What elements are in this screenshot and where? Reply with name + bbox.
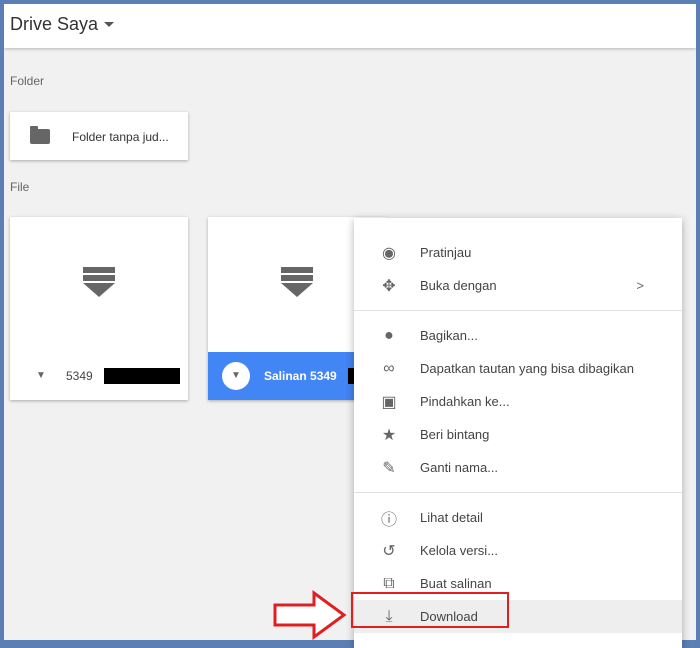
star-icon: ★ (381, 426, 397, 444)
menu-item-get-link[interactable]: ∞ Dapatkan tautan yang bisa dibagikan (354, 352, 682, 385)
menu-divider (354, 310, 682, 311)
top-bar: Drive Saya (4, 4, 696, 48)
section-folder-label: Folder (10, 74, 45, 88)
menu-item-share[interactable]: ● Bagikan... (354, 319, 682, 352)
submenu-arrow-icon: > (636, 278, 644, 293)
menu-item-label: Pindahkan ke... (420, 394, 510, 409)
move-folder-icon: ▣ (381, 393, 397, 411)
menu-item-label: Pratinjau (420, 245, 472, 260)
file-type-small-icon: ▼ (222, 362, 250, 390)
menu-item-label: Kelola versi... (420, 543, 499, 558)
menu-item-versions[interactable]: ↺ Kelola versi... (354, 534, 682, 567)
chevron-down-icon[interactable] (104, 22, 114, 27)
file-name: 5349 (66, 369, 93, 383)
menu-item-rename[interactable]: ✎ Ganti nama... (354, 451, 682, 484)
menu-item-star[interactable]: ★ Beri bintang (354, 418, 682, 451)
menu-item-label: Buat salinan (420, 576, 492, 591)
menu-item-move[interactable]: ▣ Pindahkan ke... (354, 385, 682, 418)
drive-title[interactable]: Drive Saya (10, 14, 98, 35)
menu-item-label: Bagikan... (420, 328, 478, 343)
menu-item-label: Lihat detail (420, 510, 483, 525)
menu-item-label: Buka dengan (420, 278, 497, 293)
file-type-icon (83, 267, 115, 307)
menu-item-preview[interactable]: ◉ Pratinjau (354, 236, 682, 269)
file-type-icon (281, 267, 313, 307)
pointer-arrow-icon (273, 590, 347, 640)
copy-icon: ⧉ (383, 574, 395, 592)
menu-item-details[interactable]: ⓘ Lihat detail (354, 501, 682, 534)
section-file-label: File (10, 180, 30, 194)
open-with-icon: ✥ (382, 277, 396, 295)
folder-name: Folder tanpa jud... (72, 130, 169, 144)
folder-icon (30, 126, 50, 144)
info-icon: ⓘ (380, 511, 397, 529)
link-icon: ∞ (383, 359, 395, 377)
menu-item-open-with[interactable]: ✥ Buka dengan > (354, 269, 682, 302)
menu-item-label: Ganti nama... (420, 460, 499, 475)
history-icon: ↺ (382, 542, 396, 560)
menu-item-label: Dapatkan tautan yang bisa dibagikan (420, 361, 634, 376)
menu-item-label: Beri bintang (420, 427, 490, 442)
file-type-small-icon: ▼ (36, 370, 46, 381)
redaction-bar (104, 368, 180, 384)
menu-divider (354, 492, 682, 493)
folder-card[interactable]: Folder tanpa jud... (10, 112, 188, 160)
eye-icon: ◉ (382, 244, 396, 262)
rename-icon: ✎ (382, 459, 396, 477)
person-add-icon: ● (384, 326, 394, 344)
highlight-box (351, 592, 509, 628)
context-menu: ◉ Pratinjau ✥ Buka dengan > ● Bagikan... ∞ Da… (354, 218, 682, 648)
file-name: Salinan 5349 (264, 369, 337, 383)
file-card[interactable]: ▼ 5349 (10, 217, 188, 400)
